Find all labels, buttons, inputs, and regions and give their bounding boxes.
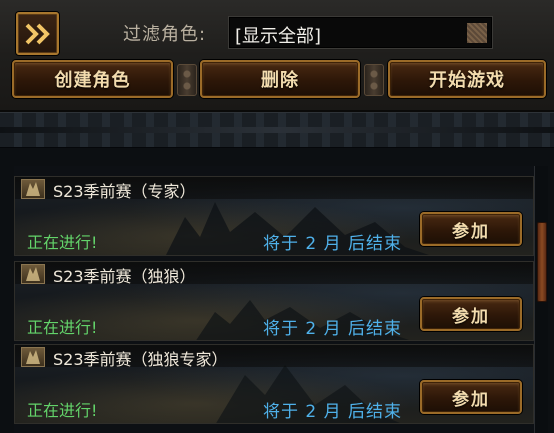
event-card[interactable]: S23季前赛（独狼） 正在进行! 将于 2 月 后结束 参加 (14, 261, 534, 341)
event-countdown: 将于 2 月 后结束 (263, 319, 403, 339)
event-countdown: 将于 2 月 后结束 (263, 402, 403, 422)
scrollbar-thumb[interactable] (537, 222, 547, 302)
event-card[interactable]: S23季前赛（专家） 正在进行! 将于 2 月 后结束 参加 (14, 176, 534, 256)
event-banner-icon (21, 264, 45, 284)
collapse-button[interactable] (16, 12, 59, 55)
top-panel: 过滤角色: [显示全部] 创建角色 删除 开始游戏 (0, 0, 554, 112)
ornamental-divider (0, 112, 554, 148)
event-card[interactable]: S23季前赛（独狼专家） 正在进行! 将于 2 月 后结束 参加 (14, 344, 534, 424)
role-filter-value: [显示全部] (235, 26, 322, 47)
ornament-knot (177, 64, 197, 96)
dropdown-icon[interactable] (467, 23, 487, 43)
event-title: S23季前赛（专家） (53, 182, 196, 201)
join-button[interactable]: 参加 (420, 380, 522, 414)
filter-label: 过滤角色: (123, 24, 207, 45)
delete-button[interactable]: 删除 (200, 60, 360, 98)
role-filter-select[interactable]: [显示全部] (228, 16, 493, 49)
join-button[interactable]: 参加 (420, 212, 522, 246)
event-title: S23季前赛（独狼专家） (53, 350, 228, 369)
event-banner-icon (21, 347, 45, 367)
event-countdown: 将于 2 月 后结束 (263, 234, 403, 254)
event-status: 正在进行! (27, 318, 98, 337)
event-status: 正在进行! (27, 401, 98, 420)
event-status: 正在进行! (27, 233, 98, 252)
event-banner-icon (21, 179, 45, 199)
event-title: S23季前赛（独狼） (53, 267, 196, 286)
create-character-button[interactable]: 创建角色 (12, 60, 173, 98)
join-button[interactable]: 参加 (420, 297, 522, 331)
double-chevron-right-icon (24, 22, 52, 46)
list-scrollbar[interactable] (534, 166, 548, 433)
start-game-button[interactable]: 开始游戏 (388, 60, 546, 98)
ornament-knot (364, 64, 384, 96)
season-event-list: S23季前赛（专家） 正在进行! 将于 2 月 后结束 参加 S23季前赛（独狼… (14, 166, 534, 433)
